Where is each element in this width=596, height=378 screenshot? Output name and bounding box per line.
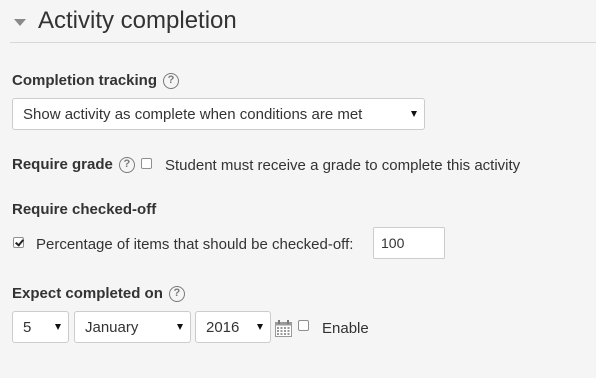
enable-date-checkbox[interactable]	[298, 320, 309, 331]
dropdown-arrow-icon	[177, 324, 183, 330]
help-icon[interactable]: ?	[118, 156, 135, 173]
chevron-down-icon[interactable]	[14, 18, 26, 26]
require-checked-off-label-row: Require checked-off	[12, 201, 156, 218]
require-grade-label: Require grade	[12, 156, 113, 173]
dropdown-arrow-icon	[257, 324, 263, 330]
expect-completed-on-label: Expect completed on	[12, 285, 163, 302]
require-grade-checkbox[interactable]	[141, 158, 152, 169]
calendar-icon[interactable]	[275, 320, 292, 337]
day-selected-value: 5	[23, 318, 32, 336]
header-divider	[10, 42, 596, 43]
require-grade-label-row: Require grade ?	[12, 156, 135, 173]
require-checked-off-checkbox[interactable]	[13, 237, 24, 248]
completion-tracking-select[interactable]: Show activity as complete when condition…	[12, 98, 425, 130]
dropdown-arrow-icon	[55, 324, 61, 330]
help-icon[interactable]: ?	[163, 72, 180, 89]
section-header[interactable]: Activity completion	[14, 6, 237, 36]
year-select[interactable]: 2016	[195, 311, 271, 343]
completion-tracking-selected-value: Show activity as complete when condition…	[23, 105, 363, 123]
section-title: Activity completion	[38, 7, 237, 34]
month-selected-value: January	[85, 318, 139, 336]
day-select[interactable]: 5	[12, 311, 69, 343]
year-selected-value: 2016	[206, 318, 240, 336]
completion-tracking-label-row: Completion tracking ?	[12, 72, 180, 89]
month-select[interactable]: January	[74, 311, 191, 343]
help-icon[interactable]: ?	[168, 285, 185, 302]
expect-completed-on-label-row: Expect completed on ?	[12, 285, 185, 302]
dropdown-arrow-icon	[411, 111, 417, 117]
require-checked-off-label: Require checked-off	[12, 201, 157, 218]
checked-off-percentage-value: 100	[381, 235, 405, 251]
completion-tracking-label: Completion tracking	[12, 72, 158, 89]
require-checked-off-checkbox-label[interactable]: Percentage of items that should be check…	[36, 236, 353, 253]
require-grade-checkbox-label[interactable]: Student must receive a grade to complete…	[165, 157, 520, 174]
enable-date-label[interactable]: Enable	[322, 320, 369, 337]
checked-off-percentage-input[interactable]: 100	[373, 227, 445, 259]
